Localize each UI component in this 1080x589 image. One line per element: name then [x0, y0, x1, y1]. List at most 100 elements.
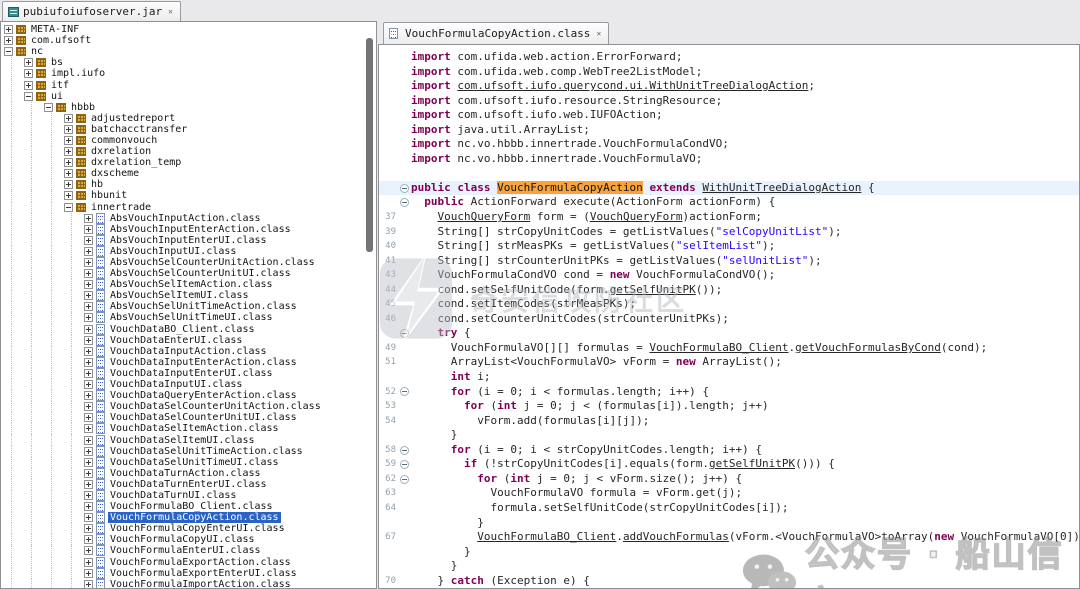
tree-item[interactable]: AbsVouchSelCounterUnitAction.class: [1, 257, 376, 268]
tree-item-label[interactable]: AbsVouchSelItemAction.class: [108, 279, 275, 290]
class-editor-tab[interactable]: VouchFormulaCopyAction.class ✕: [383, 22, 609, 44]
tree-item[interactable]: AbsVouchInputAction.class: [1, 213, 376, 224]
code-link[interactable]: getSelfUnitPK: [709, 457, 795, 470]
tree-item[interactable]: adjustedreport: [1, 113, 376, 124]
code-editor[interactable]: import com.ufida.web.action.ErrorForward…: [378, 44, 1080, 589]
tree-item[interactable]: VouchFormulaBO_Client.class: [1, 501, 376, 512]
expand-plus-icon[interactable]: [84, 280, 93, 289]
tree-item-label[interactable]: VouchDataInputEnterUI.class: [108, 368, 275, 379]
tree-item-label[interactable]: adjustedreport: [89, 113, 177, 124]
tree-item[interactable]: AbsVouchSelUnitTimeAction.class: [1, 301, 376, 312]
tree-item-label[interactable]: hbbb: [69, 102, 97, 113]
tree-item-label[interactable]: commonvouch: [89, 135, 159, 146]
tree-item[interactable]: batchacctransfer: [1, 124, 376, 135]
tree-item[interactable]: VouchFormulaCopyAction.class: [1, 512, 376, 523]
expand-plus-icon[interactable]: [84, 424, 93, 433]
expand-plus-icon[interactable]: [84, 402, 93, 411]
tree-item[interactable]: itf: [1, 79, 376, 90]
tree-item-label[interactable]: AbsVouchSelUnitTimeUI.class: [108, 312, 275, 323]
expand-plus-icon[interactable]: [84, 524, 93, 533]
expand-plus-icon[interactable]: [84, 458, 93, 467]
tree-item[interactable]: innertrade: [1, 202, 376, 213]
tree-item-label[interactable]: VouchDataQueryEnterAction.class: [108, 390, 299, 401]
jar-tab-close-icon[interactable]: ✕: [168, 7, 173, 16]
tree-item-label[interactable]: VouchDataEnterUI.class: [108, 335, 244, 346]
tree-item-label[interactable]: AbsVouchInputEnterAction.class: [108, 224, 293, 235]
tree-item-label[interactable]: VouchDataSelItemUI.class: [108, 435, 257, 446]
expand-plus-icon[interactable]: [4, 25, 13, 34]
tree-item-label[interactable]: VouchDataInputAction.class: [108, 346, 269, 357]
tree-item[interactable]: AbsVouchInputUI.class: [1, 246, 376, 257]
tree-item-label[interactable]: VouchDataSelCounterUnitAction.class: [108, 401, 323, 412]
tree-item[interactable]: VouchDataSelCounterUnitUI.class: [1, 412, 376, 423]
tree-item-label[interactable]: hbunit: [89, 190, 129, 201]
tree-item-label[interactable]: VouchDataSelUnitTimeUI.class: [108, 457, 281, 468]
tree-item[interactable]: nc: [1, 46, 376, 57]
tree-item[interactable]: VouchDataQueryEnterAction.class: [1, 390, 376, 401]
tree-item[interactable]: dxscheme: [1, 168, 376, 179]
tree-item[interactable]: VouchDataSelUnitTimeUI.class: [1, 457, 376, 468]
tree-item[interactable]: impl.iufo: [1, 68, 376, 79]
tree-item[interactable]: VouchDataSelItemUI.class: [1, 434, 376, 445]
code-link[interactable]: WithUnitTreeDialogAction: [702, 181, 861, 194]
tree-item[interactable]: AbsVouchInputEnterAction.class: [1, 224, 376, 235]
tree-item-label[interactable]: AbsVouchInputAction.class: [108, 213, 263, 224]
tree-item[interactable]: VouchDataSelUnitTimeAction.class: [1, 446, 376, 457]
collapse-minus-icon[interactable]: [64, 203, 73, 212]
expand-plus-icon[interactable]: [4, 36, 13, 45]
expand-plus-icon[interactable]: [84, 369, 93, 378]
tree-item[interactable]: VouchFormulaExportEnterUI.class: [1, 568, 376, 579]
code-link[interactable]: addVouchFormulas: [623, 530, 729, 543]
expand-plus-icon[interactable]: [84, 535, 93, 544]
tree-item-label[interactable]: VouchDataTurnEnterUI.class: [108, 479, 269, 490]
tree-item-label[interactable]: VouchFormulaEnterUI.class: [108, 545, 263, 556]
tree-item[interactable]: com.ufsoft: [1, 35, 376, 46]
collapse-region-icon[interactable]: [400, 198, 409, 207]
collapse-region-icon[interactable]: [400, 184, 409, 193]
tree-item[interactable]: VouchFormulaCopyEnterUI.class: [1, 523, 376, 534]
tree-item[interactable]: VouchDataSelCounterUnitAction.class: [1, 401, 376, 412]
expand-plus-icon[interactable]: [84, 513, 93, 522]
tree-item-label[interactable]: AbsVouchSelItemUI.class: [108, 290, 250, 301]
expand-plus-icon[interactable]: [84, 502, 93, 511]
tree-item-label[interactable]: impl.iufo: [49, 68, 107, 79]
code-link[interactable]: getSelfUnitPK: [610, 283, 696, 296]
expand-plus-icon[interactable]: [84, 247, 93, 256]
tree-item-label[interactable]: AbsVouchSelCounterUnitUI.class: [108, 268, 293, 279]
tree-item-label[interactable]: VouchDataInputEnterAction.class: [108, 357, 299, 368]
expand-plus-icon[interactable]: [84, 347, 93, 356]
expand-plus-icon[interactable]: [84, 302, 93, 311]
expand-plus-icon[interactable]: [64, 191, 73, 200]
tree-item[interactable]: hb: [1, 179, 376, 190]
collapse-region-icon[interactable]: [400, 460, 409, 469]
tree-item-label[interactable]: itf: [49, 80, 71, 91]
collapse-minus-icon[interactable]: [24, 92, 33, 101]
tree-item[interactable]: bs: [1, 57, 376, 68]
expand-plus-icon[interactable]: [64, 158, 73, 167]
tree-item-label[interactable]: AbsVouchInputEnterUI.class: [108, 235, 269, 246]
tree-item-label[interactable]: VouchDataTurnAction.class: [108, 468, 263, 479]
expand-plus-icon[interactable]: [84, 380, 93, 389]
tree-item-label[interactable]: VouchDataBO_Client.class: [108, 324, 257, 335]
code-link[interactable]: VouchFormulaBO_Client: [649, 341, 788, 354]
tree-item[interactable]: VouchDataInputUI.class: [1, 379, 376, 390]
tree-item[interactable]: VouchFormulaImportAction.class: [1, 579, 376, 589]
expand-plus-icon[interactable]: [84, 436, 93, 445]
tree-item[interactable]: VouchDataEnterUI.class: [1, 335, 376, 346]
jar-tab[interactable]: pubiufoiufoserver.jar ✕: [2, 1, 181, 21]
tree-item[interactable]: ui: [1, 91, 376, 102]
code-link[interactable]: getVouchFormulasByCond: [795, 341, 941, 354]
tree-item[interactable]: VouchDataInputEnterAction.class: [1, 357, 376, 368]
expand-plus-icon[interactable]: [84, 258, 93, 267]
tree-scrollbar-thumb[interactable]: [366, 38, 373, 252]
code-link[interactable]: VouchQueryForm: [590, 210, 683, 223]
tree-item[interactable]: AbsVouchInputEnterUI.class: [1, 235, 376, 246]
tree-item[interactable]: AbsVouchSelUnitTimeUI.class: [1, 312, 376, 323]
tree-item[interactable]: dxrelation_temp: [1, 157, 376, 168]
expand-plus-icon[interactable]: [64, 114, 73, 123]
tree-item-label[interactable]: dxrelation: [89, 146, 153, 157]
class-tab-close-icon[interactable]: ✕: [596, 29, 601, 38]
expand-plus-icon[interactable]: [84, 269, 93, 278]
expand-plus-icon[interactable]: [24, 81, 33, 90]
expand-plus-icon[interactable]: [84, 469, 93, 478]
